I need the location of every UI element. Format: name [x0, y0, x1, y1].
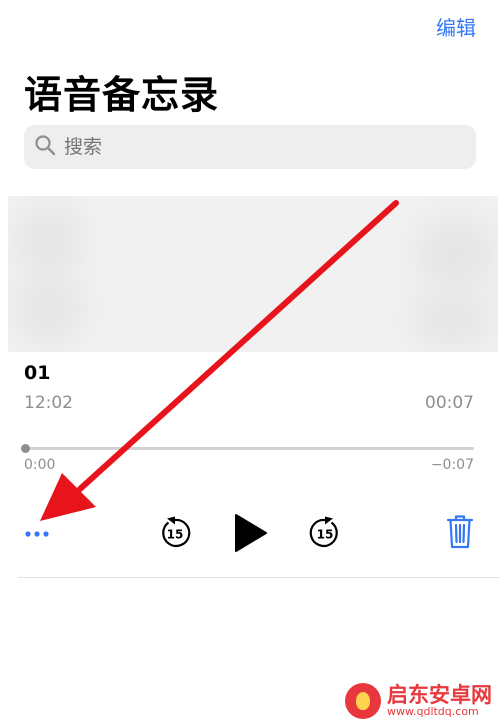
recording-date: 12:02	[24, 393, 73, 413]
remaining-time: −0:07	[430, 457, 474, 473]
skip-back-15-icon: 15	[162, 516, 191, 548]
skip-forward-label: 15	[317, 528, 334, 542]
more-options-button[interactable]	[22, 524, 54, 544]
page-title: 语音备忘录	[24, 73, 220, 117]
search-icon	[34, 134, 56, 160]
search-input[interactable]	[62, 135, 466, 159]
ellipsis-icon	[22, 529, 54, 548]
skip-forward-15-icon: 15	[309, 516, 338, 548]
watermark-logo-icon	[345, 683, 381, 719]
recording-title[interactable]: 01	[24, 362, 50, 384]
trash-icon	[446, 515, 474, 549]
playback-scrubber[interactable]	[21, 444, 474, 453]
recording-waveform-area	[8, 196, 498, 352]
play-button[interactable]	[230, 512, 270, 554]
divider	[18, 577, 500, 578]
skip-back-15-button[interactable]: 15	[158, 516, 192, 550]
skip-forward-15-button[interactable]: 15	[308, 516, 342, 550]
watermark-title: 启东安卓网	[387, 683, 492, 708]
skip-back-label: 15	[167, 528, 184, 542]
edit-button[interactable]: 编辑	[436, 12, 476, 41]
scrubber-track[interactable]	[24, 447, 474, 450]
elapsed-time: 0:00	[24, 457, 56, 473]
delete-button[interactable]	[446, 514, 474, 550]
search-bar[interactable]	[24, 125, 476, 169]
recording-duration: 00:07	[425, 393, 474, 413]
watermark: 启东安卓网 www.qdltdq.com	[345, 683, 492, 719]
watermark-url: www.qdltdq.com	[387, 705, 479, 719]
scrubber-handle[interactable]	[21, 444, 30, 453]
play-icon	[235, 514, 267, 552]
